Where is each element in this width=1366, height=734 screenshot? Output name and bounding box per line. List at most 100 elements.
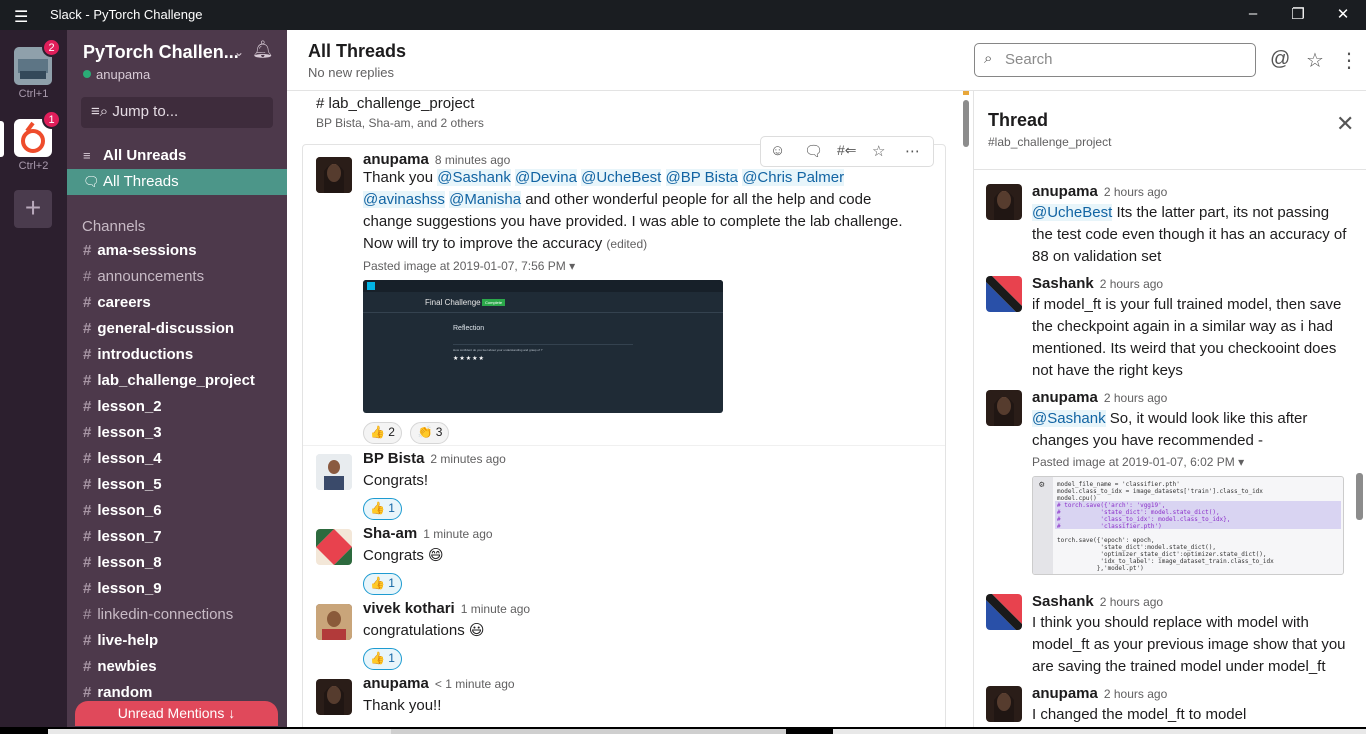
avatar[interactable] [986, 276, 1022, 312]
reaction-button[interactable]: 👍 1 [363, 648, 402, 670]
reaction-button[interactable]: 👍 2 [363, 422, 402, 444]
avatar[interactable] [316, 604, 352, 640]
author-name[interactable]: Sashank [1032, 275, 1094, 292]
author-name[interactable]: anupama [363, 675, 429, 692]
user-mention[interactable]: @UcheBest [1032, 204, 1113, 221]
user-mention[interactable]: @Sashank [1032, 410, 1106, 427]
channel-item[interactable]: # lesson_7 [67, 525, 287, 551]
reply-icon[interactable]: 🗨︎ [804, 142, 823, 160]
channel-item[interactable]: # newbies [67, 655, 287, 681]
pasted-label[interactable]: Pasted image at 2019-01-07, 7:56 PM [363, 259, 566, 273]
nav-all-unreads[interactable]: ≡ All Unreads [67, 143, 287, 169]
message-author[interactable]: Sha-am 1 minute ago [363, 525, 493, 542]
message-timestamp[interactable]: < 1 minute ago [435, 677, 515, 691]
more-actions-icon[interactable]: ⋯ [905, 142, 920, 160]
author-name[interactable]: Sashank [1032, 593, 1094, 610]
message-timestamp[interactable]: 8 minutes ago [435, 153, 510, 167]
star-icon[interactable]: ☆ [872, 142, 885, 160]
message-timestamp[interactable]: 1 minute ago [461, 602, 530, 616]
author-name[interactable]: vivek kothari [363, 600, 455, 617]
add-reaction-icon[interactable]: ☺ [770, 142, 785, 159]
message-author[interactable]: anupama 2 hours ago [1032, 183, 1167, 200]
message-author[interactable]: Sashank 2 hours ago [1032, 275, 1163, 292]
user-mention[interactable]: @avinashss [363, 191, 445, 208]
caret-down-icon[interactable]: ▾ [569, 259, 575, 273]
pasted-image-caption[interactable]: Pasted image at 2019-01-07, 7:56 PM ▾ [363, 259, 575, 273]
channel-item[interactable]: # general-discussion [67, 317, 287, 343]
channel-item[interactable]: # linkedin-connections [67, 603, 287, 629]
author-name[interactable]: anupama [363, 151, 429, 168]
avatar[interactable] [316, 454, 352, 490]
channel-item[interactable]: # ama-sessions [67, 239, 287, 265]
channel-item[interactable]: # lesson_9 [67, 577, 287, 603]
author-name[interactable]: BP Bista [363, 450, 424, 467]
threads-scrollbar[interactable] [963, 100, 969, 147]
message-author[interactable]: anupama 8 minutes ago [363, 151, 510, 168]
maximize-icon[interactable]: ❐ [1283, 5, 1313, 23]
close-icon[interactable]: ✕ [1328, 5, 1358, 23]
pasted-image[interactable]: Final Challenge Complete Reflection How … [363, 280, 723, 413]
message-timestamp[interactable]: 2 hours ago [1100, 277, 1163, 291]
channel-item[interactable]: # lesson_2 [67, 395, 287, 421]
message-author[interactable]: anupama 2 hours ago [1032, 685, 1167, 702]
message-timestamp[interactable]: 2 hours ago [1104, 185, 1167, 199]
jump-to-button[interactable]: ≡⌕ Jump to... [81, 97, 273, 128]
chevron-down-icon[interactable]: ⌄ [234, 45, 244, 59]
channel-item[interactable]: # careers [67, 291, 287, 317]
share-channel-icon[interactable]: #⇐ [837, 142, 857, 159]
user-mention[interactable]: @BP Bista [665, 169, 739, 186]
author-name[interactable]: anupama [1032, 389, 1098, 406]
avatar[interactable] [986, 686, 1022, 722]
message-timestamp[interactable]: 2 hours ago [1104, 687, 1167, 701]
team-avatar-1[interactable]: 2 [14, 38, 61, 85]
message-timestamp[interactable]: 2 minutes ago [430, 452, 505, 466]
unread-mentions-button[interactable]: Unread Mentions ↓ [75, 701, 278, 726]
star-icon[interactable]: ☆ [1306, 48, 1324, 73]
search-input[interactable]: ⌕ Search [974, 43, 1256, 77]
user-mention[interactable]: @Sashank [437, 169, 511, 186]
message-author[interactable]: Sashank 2 hours ago [1032, 593, 1163, 610]
avatar[interactable] [316, 529, 352, 565]
mentions-icon[interactable]: @ [1270, 48, 1290, 71]
user-mention[interactable]: @Chris Palmer [742, 169, 845, 186]
avatar[interactable] [986, 390, 1022, 426]
message-author[interactable]: anupama < 1 minute ago [363, 675, 515, 692]
channel-item[interactable]: # lesson_6 [67, 499, 287, 525]
close-icon[interactable]: ✕ [1336, 111, 1354, 137]
channel-item[interactable]: # lab_challenge_project [67, 369, 287, 395]
user-mention[interactable]: @Devina [515, 169, 577, 186]
more-vertical-icon[interactable]: ⋮ [1339, 48, 1359, 73]
nav-all-threads[interactable]: 🗨︎ All Threads [67, 169, 287, 195]
message-timestamp[interactable]: 2 hours ago [1100, 595, 1163, 609]
author-name[interactable]: anupama [1032, 685, 1098, 702]
channel-item[interactable]: # lesson_4 [67, 447, 287, 473]
message-author[interactable]: BP Bista 2 minutes ago [363, 450, 506, 467]
avatar[interactable] [986, 594, 1022, 630]
workspace-name[interactable]: PyTorch Challen... [83, 42, 239, 63]
add-workspace-button[interactable]: + [14, 190, 52, 228]
avatar[interactable] [986, 184, 1022, 220]
author-name[interactable]: anupama [1032, 183, 1098, 200]
pasted-label[interactable]: Pasted image at 2019-01-07, 6:02 PM [1032, 455, 1235, 469]
caret-down-icon[interactable]: ▾ [1238, 455, 1244, 469]
channel-item[interactable]: # lesson_8 [67, 551, 287, 577]
user-mention[interactable]: @Manisha [449, 191, 522, 208]
avatar[interactable] [316, 157, 352, 193]
channel-item[interactable]: # lesson_3 [67, 421, 287, 447]
hamburger-icon[interactable]: ☰ [14, 7, 28, 27]
panel-channel[interactable]: #lab_challenge_project [988, 135, 1111, 149]
minimize-icon[interactable]: – [1238, 5, 1268, 22]
user-mention[interactable]: @UcheBest [581, 169, 662, 186]
message-timestamp[interactable]: 2 hours ago [1104, 391, 1167, 405]
panel-scrollbar[interactable] [1356, 473, 1363, 520]
reaction-button[interactable]: 👍 1 [363, 573, 402, 595]
author-name[interactable]: Sha-am [363, 525, 417, 542]
reaction-button[interactable]: 👏 3 [410, 422, 450, 444]
channel-item[interactable]: # lesson_5 [67, 473, 287, 499]
channel-item[interactable]: # announcements [67, 265, 287, 291]
thread-channel-name[interactable]: # lab_challenge_project [316, 95, 474, 112]
message-author[interactable]: anupama 2 hours ago [1032, 389, 1167, 406]
message-timestamp[interactable]: 1 minute ago [423, 527, 492, 541]
channel-item[interactable]: # introductions [67, 343, 287, 369]
message-author[interactable]: vivek kothari 1 minute ago [363, 600, 530, 617]
